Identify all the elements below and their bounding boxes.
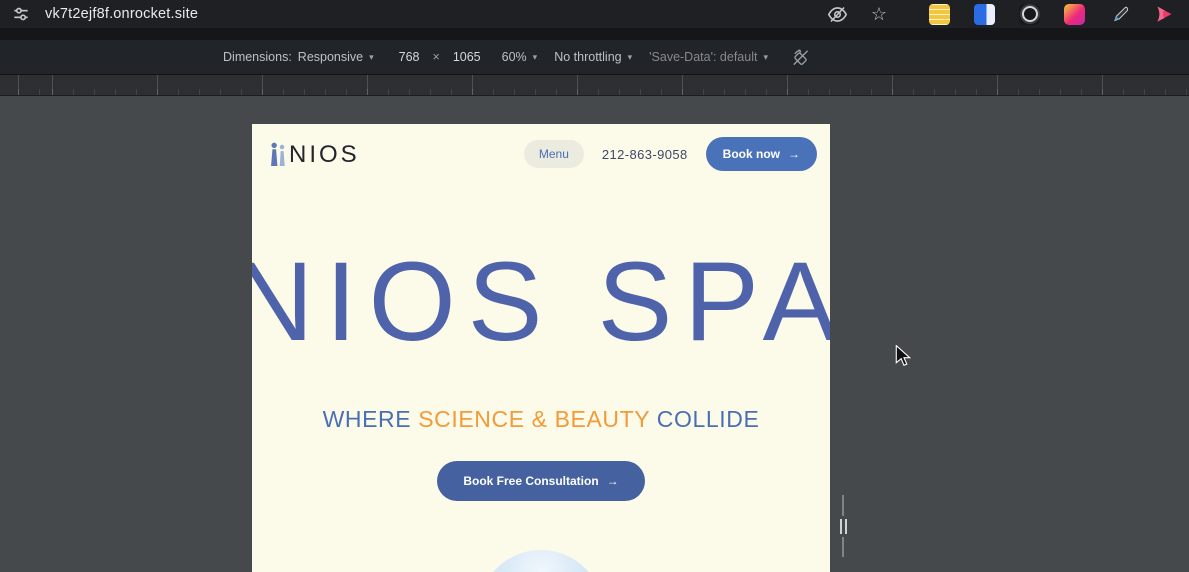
book-now-button[interactable]: Book now → xyxy=(706,137,817,171)
save-data-dropdown[interactable]: 'Save-Data': default ▾ xyxy=(649,50,768,64)
window-divider xyxy=(0,28,1189,40)
color-picker-extension-icon[interactable] xyxy=(1109,4,1130,25)
viewport-width-input[interactable]: 768 xyxy=(395,48,424,66)
address-bar: vk7t2ejf8f.onrocket.site ☆ xyxy=(0,0,1189,28)
dimensions-dropdown[interactable]: Dimensions: Responsive ▾ xyxy=(223,50,374,64)
bookmark-star-icon[interactable]: ☆ xyxy=(867,2,891,26)
gradient-extension-icon[interactable] xyxy=(1064,4,1085,25)
device-toolbar-controls: Dimensions: Responsive ▾ 768 × 1065 60% … xyxy=(223,48,810,67)
chevron-down-icon: ▾ xyxy=(369,52,374,63)
viewport-resize-handle[interactable] xyxy=(836,495,850,557)
cta-label: Book Free Consultation xyxy=(463,474,598,488)
device-toolbar: Dimensions: Responsive ▾ 768 × 1065 60% … xyxy=(0,40,1189,75)
url-text[interactable]: vk7t2ejf8f.onrocket.site xyxy=(45,6,198,22)
dimensions-label: Dimensions: xyxy=(223,50,292,64)
book-free-consultation-button[interactable]: Book Free Consultation → xyxy=(437,461,644,501)
hero-section: NIOS SPA xyxy=(252,246,830,358)
viewport-height-input[interactable]: 1065 xyxy=(449,48,485,66)
hero-title: NIOS SPA xyxy=(252,246,830,358)
dimensions-value: Responsive xyxy=(298,50,363,64)
mouse-cursor xyxy=(893,345,913,367)
ruler xyxy=(0,75,1189,96)
page-viewport: NIOS Menu 212-863-9058 Book now → NIOS S… xyxy=(252,124,830,572)
visibility-off-icon[interactable] xyxy=(825,2,849,26)
site-logo[interactable]: NIOS xyxy=(268,142,360,167)
chevron-down-icon: ▾ xyxy=(628,52,633,63)
drag-grip-icon xyxy=(839,516,848,537)
tagline-part-3: COLLIDE xyxy=(650,406,760,432)
zoom-dropdown[interactable]: 60% ▾ xyxy=(502,50,538,64)
cta-row: Book Free Consultation → xyxy=(252,461,830,501)
chevron-down-icon: ▾ xyxy=(763,52,768,63)
site-header: NIOS Menu 212-863-9058 Book now → xyxy=(252,124,830,172)
throttling-value: No throttling xyxy=(554,50,621,64)
book-now-label: Book now xyxy=(723,147,780,161)
extensions-area xyxy=(929,4,1175,25)
video-extension-icon[interactable] xyxy=(1154,4,1175,25)
logo-figures-icon xyxy=(268,142,288,167)
zoom-value: 60% xyxy=(502,50,527,64)
spa-product-image xyxy=(480,550,602,572)
tagline-part-1: WHERE xyxy=(323,406,419,432)
logo-text: NIOS xyxy=(289,143,360,167)
multiply-sign: × xyxy=(433,50,440,64)
blue-extension-icon[interactable] xyxy=(974,4,995,25)
camera-lens-extension-icon[interactable] xyxy=(1019,4,1040,25)
rotate-screen-icon[interactable] xyxy=(791,48,810,67)
arrow-right-icon: → xyxy=(607,474,619,488)
arrow-right-icon: → xyxy=(788,147,800,161)
chevron-down-icon: ▾ xyxy=(533,52,538,63)
sticky-note-extension-icon[interactable] xyxy=(929,4,950,25)
tune-icon[interactable] xyxy=(10,3,32,25)
header-actions: Menu 212-863-9058 Book now → xyxy=(524,137,817,171)
viewport-size-group: 768 × 1065 xyxy=(395,48,485,66)
save-data-value: 'Save-Data': default xyxy=(649,50,757,64)
device-canvas: NIOS Menu 212-863-9058 Book now → NIOS S… xyxy=(0,96,1189,572)
phone-link[interactable]: 212-863-9058 xyxy=(602,147,688,162)
throttling-dropdown[interactable]: No throttling ▾ xyxy=(554,50,632,64)
tagline-part-2: SCIENCE & BEAUTY xyxy=(418,406,650,432)
menu-button[interactable]: Menu xyxy=(524,140,584,168)
hero-tagline: WHERE SCIENCE & BEAUTY COLLIDE xyxy=(252,406,830,433)
browser-window: vk7t2ejf8f.onrocket.site ☆ xyxy=(0,0,1189,572)
